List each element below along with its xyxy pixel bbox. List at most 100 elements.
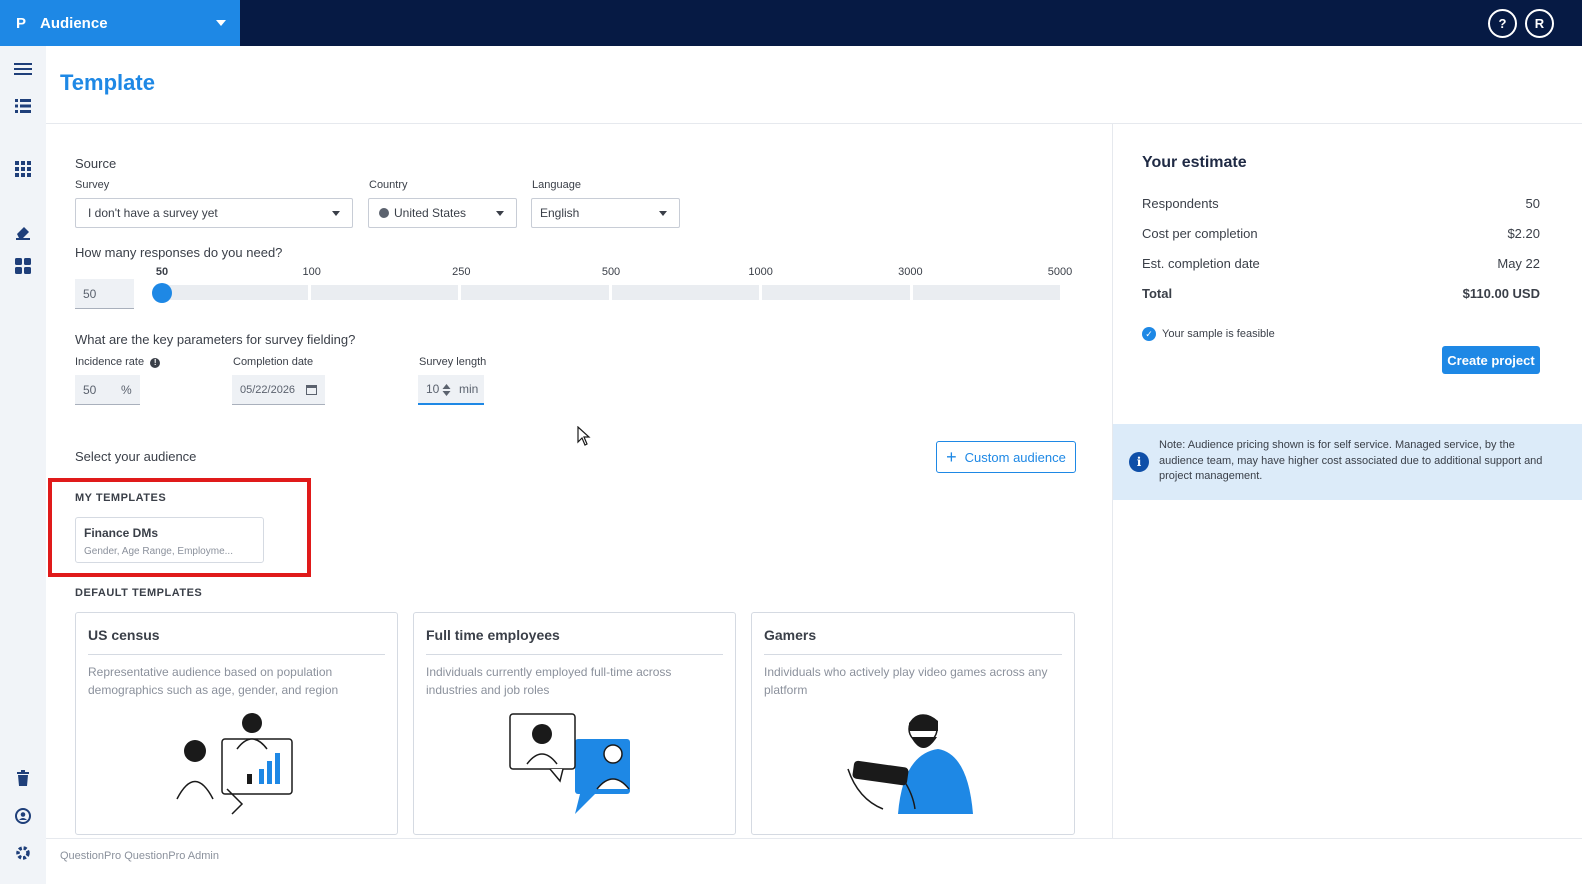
slider-tick-label[interactable]: 1000 [748,266,772,278]
side-rail [0,46,46,884]
survey-length-label: Survey length [419,356,487,368]
template-card-description: Individuals currently employed full-time… [426,665,672,697]
app-logo: P [16,14,27,32]
help-button[interactable]: ? [1488,9,1517,38]
completion-date-value: 05/22/2026 [240,383,296,396]
survey-length-value: 10 [426,382,440,396]
my-template-subtitle: Gender, Age Range, Employme... [84,546,233,557]
help-icon: ? [1498,16,1507,31]
check-circle-icon: ✓ [1142,327,1156,341]
page-title: Template [60,70,155,95]
language-select-value: English [540,206,580,220]
language-label: Language [532,179,581,191]
estimate-row-total: Total $110.00 USD [1142,286,1540,301]
user-initial: R [1534,16,1545,31]
default-templates-heading: DEFAULT TEMPLATES [75,587,203,599]
completion-date-input[interactable]: 05/22/2026 [232,375,325,405]
dashboard-icon[interactable] [13,256,33,276]
template-card-full-time-employees[interactable]: Full time employees Individuals currentl… [413,612,736,835]
pricing-note-text: Note: Audience pricing shown is for self… [1159,439,1543,482]
language-select[interactable]: English [531,198,680,228]
menu-icon[interactable] [13,59,33,79]
country-select-value: United States [394,206,467,220]
apps-grid-icon[interactable] [13,159,33,179]
create-project-button[interactable]: Create project [1442,346,1540,374]
estimate-value: $110.00 USD [1462,286,1540,301]
template-card-title: US census [88,627,160,643]
slider-segment [762,285,910,300]
slider-segment [160,285,308,300]
plus-icon: + [946,447,957,467]
slider-tick-label[interactable]: 250 [452,266,470,278]
template-card-gamers[interactable]: Gamers Individuals who actively play vid… [751,612,1075,835]
gear-icon[interactable] [13,843,33,863]
slider-tick-label[interactable]: 3000 [898,266,922,278]
estimate-row-respondents: Respondents 50 [1142,196,1540,211]
country-select[interactable]: United States [368,198,517,228]
source-heading: Source [75,156,117,171]
list-icon[interactable] [13,96,33,116]
pricing-note: i Note: Audience pricing shown is for se… [1113,424,1582,500]
responses-question: How many responses do you need? [75,245,283,260]
template-card-description: Representative audience based on populat… [88,665,339,697]
slider-segment [611,285,759,300]
percent-unit: % [121,382,132,397]
mouse-cursor-icon [577,425,591,451]
estimate-value: 50 [1525,196,1540,211]
user-avatar-button[interactable]: R [1525,9,1554,38]
rubber-icon[interactable] [13,222,33,242]
top-bar: P Audience ? R [0,0,1582,46]
estimate-title: Your estimate [1142,154,1247,171]
responses-input-value: 50 [83,286,97,301]
stepper-icon[interactable] [442,383,451,400]
estimate-value: $2.20 [1507,226,1540,241]
app-name: Audience [40,14,108,32]
responses-input[interactable]: 50 [75,279,134,309]
estimate-value: May 22 [1497,256,1540,271]
estimate-label: Total [1142,286,1173,301]
incidence-rate-input[interactable]: 50 % [75,375,140,405]
responses-slider-track[interactable] [160,285,1060,300]
slider-segment [461,285,609,300]
template-card-description: Individuals who actively play video game… [764,665,1048,697]
my-template-card[interactable]: Finance DMs Gender, Age Range, Employme.… [75,517,264,563]
caret-down-icon [496,211,504,216]
app-switcher[interactable]: P Audience [0,0,240,46]
template-card-title: Full time employees [426,627,560,643]
admin-shield-icon[interactable] [13,806,33,826]
slider-tick-label[interactable]: 5000 [1048,266,1072,278]
template-card-us-census[interactable]: US census Representative audience based … [75,612,398,835]
survey-select[interactable]: I don't have a survey yet [75,198,353,228]
footer-divider [46,838,1582,839]
incidence-rate-value: 50 [83,382,97,397]
globe-icon [379,208,389,218]
parameters-question: What are the key parameters for survey f… [75,332,356,347]
custom-audience-label: Custom audience [964,449,1066,465]
responses-slider-handle[interactable] [152,283,172,303]
slider-segment [912,285,1060,300]
custom-audience-button[interactable]: + Custom audience [936,441,1076,473]
survey-label: Survey [75,179,110,191]
slider-tick-label[interactable]: 100 [302,266,320,278]
country-label: Country [369,179,408,191]
completion-date-label: Completion date [233,356,314,368]
estimate-label: Est. completion date [1142,256,1260,271]
caret-down-icon [332,211,340,216]
estimate-label: Respondents [1142,196,1219,211]
survey-length-input[interactable]: 10 min [418,375,484,405]
chevron-down-icon [216,20,226,26]
slider-tick-label[interactable]: 500 [602,266,620,278]
employees-illustration [505,709,645,824]
info-icon: i [1129,452,1149,472]
audience-heading: Select your audience [75,449,197,464]
feasible-status: ✓ Your sample is feasible [1142,327,1275,341]
estimate-label: Cost per completion [1142,226,1258,241]
survey-select-value: I don't have a survey yet [88,206,218,220]
footer-text: QuestionPro QuestionPro Admin [60,850,219,862]
calendar-icon[interactable] [306,384,317,398]
info-icon[interactable]: ! [150,358,161,368]
card-divider [426,654,723,655]
slider-tick-label[interactable]: 50 [156,266,168,278]
my-template-title: Finance DMs [84,526,159,540]
trash-icon[interactable] [13,768,33,788]
